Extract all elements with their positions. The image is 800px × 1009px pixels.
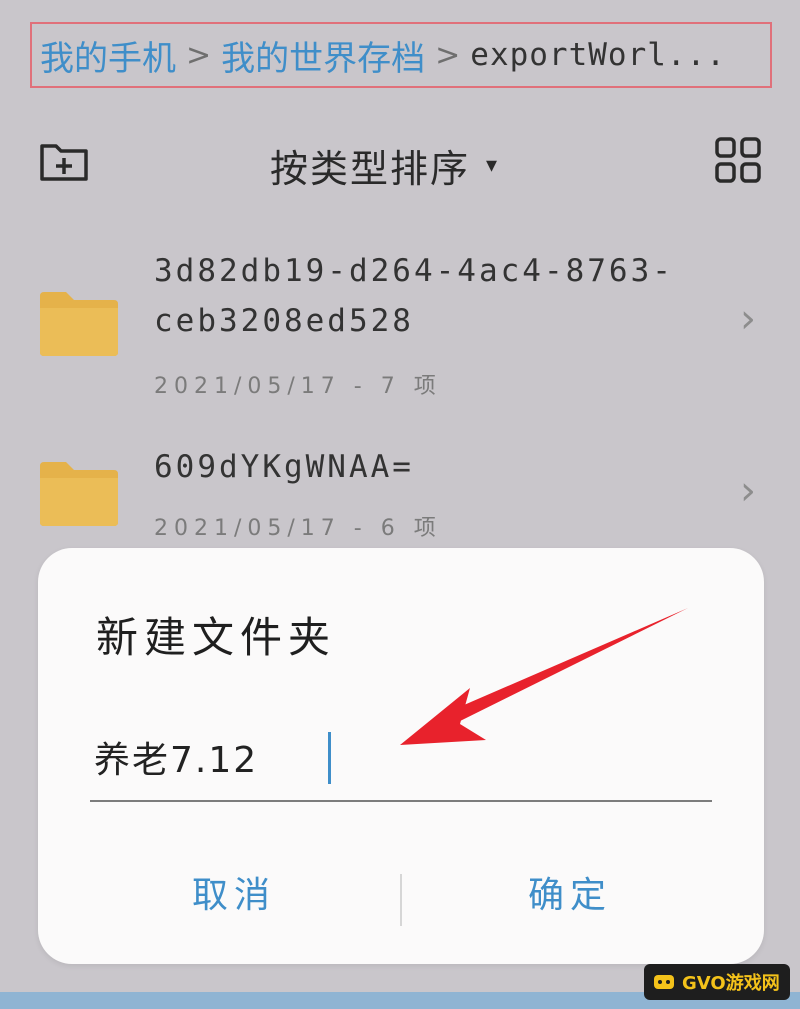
file-name: 609dYKgWNAA= (154, 449, 414, 485)
breadcrumb-item-saves[interactable]: 我的世界存档 (221, 31, 425, 80)
folder-icon (40, 292, 118, 356)
chevron-right-icon: › (740, 468, 756, 514)
chevron-down-icon: ▾ (486, 153, 500, 178)
new-folder-icon (40, 144, 88, 181)
breadcrumb-separator: > (435, 37, 461, 73)
list-item[interactable]: 609dYKgWNAA= 2021/05/17 - 6 项 › (0, 440, 800, 550)
watermark-logo: GVO游戏网 (644, 964, 790, 1000)
folder-name-field (90, 720, 712, 802)
file-meta: 2021/05/17 - 6 项 (154, 516, 442, 541)
breadcrumb-current: exportWorl... (470, 37, 726, 73)
file-meta: 2021/05/17 - 7 项 (154, 374, 442, 399)
toolbar: 按类型排序 ▾ (0, 118, 800, 204)
breadcrumb-item-my-phone[interactable]: 我的手机 (40, 31, 176, 80)
confirm-button[interactable]: 确定 (528, 866, 612, 918)
chevron-right-icon: › (740, 296, 756, 342)
grid-view-button[interactable] (714, 136, 762, 184)
cancel-button[interactable]: 取消 (192, 866, 276, 918)
button-divider (400, 874, 402, 926)
sort-label: 按类型排序 (270, 147, 471, 191)
file-name: 3d82db19-d264-4ac4-8763-ceb3208ed528 (154, 253, 674, 339)
folder-name-input[interactable] (90, 720, 694, 794)
breadcrumb: 我的手机 > 我的世界存档 > exportWorl... (30, 22, 772, 88)
text-cursor (328, 732, 331, 784)
dialog-title: 新建文件夹 (96, 613, 337, 662)
new-folder-button[interactable] (38, 138, 90, 184)
watermark-text: GVO游戏网 (682, 973, 780, 994)
grid-view-icon (715, 137, 761, 183)
sort-dropdown[interactable]: 按类型排序 ▾ (270, 138, 499, 193)
breadcrumb-separator: > (186, 37, 212, 73)
list-item[interactable]: 3d82db19-d264-4ac4-8763-ceb3208ed528 202… (0, 238, 800, 408)
folder-icon (40, 462, 118, 526)
new-folder-dialog: 新建文件夹 取消 确定 (38, 548, 764, 964)
gamepad-icon (654, 975, 674, 989)
